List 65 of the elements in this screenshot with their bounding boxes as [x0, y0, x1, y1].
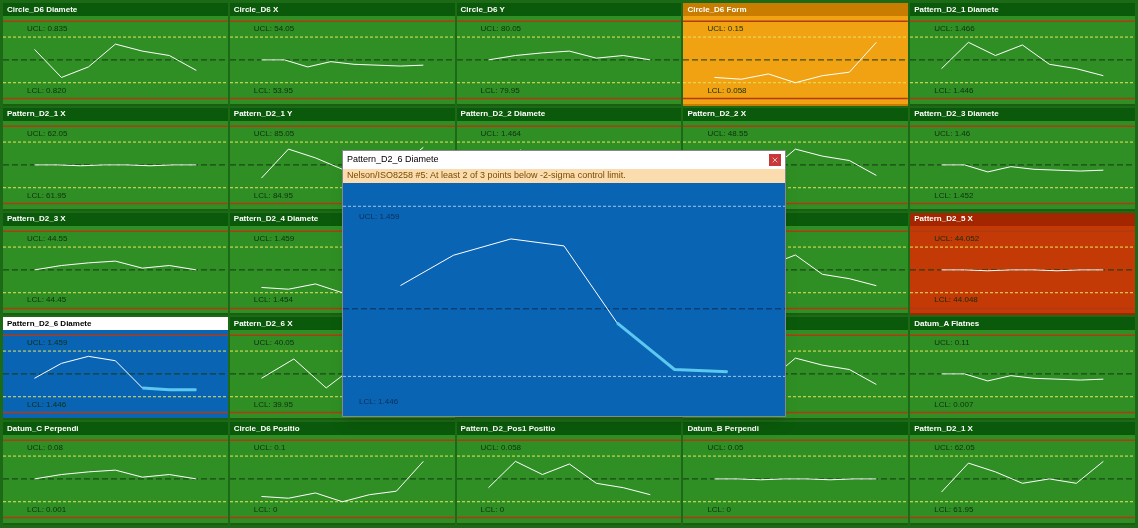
tile-title: Pattern_D2_1 Diamete: [914, 3, 999, 16]
tile-title: Circle_D6 Form: [687, 3, 747, 16]
tile-title: Pattern_D2_1 X: [914, 422, 973, 435]
tile-title: Pattern_D2_Pos1 Positio: [460, 422, 556, 435]
lcl-label: LCL: 61.95: [933, 506, 975, 514]
tile-title: Pattern_D2_2 X: [687, 108, 747, 121]
lcl-label: LCL: 61.95: [26, 191, 68, 200]
ucl-label: UCL: 1.459: [26, 339, 69, 348]
ucl-label: UCL: 48.55: [706, 129, 749, 138]
lcl-label: LCL: 0.007: [933, 401, 975, 410]
tile-title: Circle_D6 Positio: [233, 422, 300, 435]
ucl-label: UCL: 0.15: [706, 25, 745, 33]
lcl-label: LCL: 1.454: [252, 296, 294, 305]
lcl-label: LCL: 0: [479, 506, 506, 514]
tile-title: Pattern_D2_1 X: [7, 108, 66, 121]
tile-title: Pattern_D2_3 Diamete: [914, 108, 999, 121]
ucl-label: UCL: 0.11: [933, 339, 971, 348]
lcl-label: LCL: 79.95: [479, 86, 521, 95]
ucl-label: UCL: 0.058: [479, 444, 523, 453]
tile-title: Pattern_D2_6 X: [233, 317, 293, 330]
ucl-label: UCL: 62.05: [26, 129, 69, 138]
ucl-label: UCL: 80.05: [479, 25, 523, 33]
tile-title: Datum_B Perpendi: [687, 422, 759, 435]
ucl-label: UCL: 1.46: [933, 129, 972, 138]
ucl-label: UCL: 0.08: [26, 444, 65, 453]
tile-title: Circle_D6 Y: [460, 3, 505, 16]
tile-title: Datum_A Flatnes: [914, 317, 980, 330]
lcl-label: LCL: 1.446: [26, 401, 68, 410]
ucl-label: UCL: 1.466: [933, 25, 976, 33]
lcl-label: LCL: 39.95: [252, 401, 294, 410]
ucl-label: UCL: 40.05: [252, 339, 296, 348]
ucl-label: UCL: 85.05: [252, 129, 296, 138]
tile-title: Circle_D6 X: [233, 3, 279, 16]
ucl-label: UCL: 44.052: [933, 234, 981, 243]
ucl-label: UCL: 0.835: [26, 25, 69, 33]
ucl-label: UCL: 0.05: [706, 444, 745, 453]
lcl-label: LCL: 0.058: [706, 86, 748, 95]
lcl-label: LCL: 0: [252, 506, 279, 514]
tile-title: Pattern_D2_5 X: [914, 213, 973, 226]
ucl-label: UCL: 0.1: [252, 444, 287, 453]
lcl-label: LCL: 44.048: [933, 296, 979, 305]
ucl-label: UCL: 1.464: [479, 129, 523, 138]
ucl-label: UCL: 54.05: [252, 25, 296, 33]
ucl-label: UCL: 62.05: [933, 444, 976, 453]
tile-title: Circle_D6 Diamete: [7, 3, 78, 16]
ucl-label: UCL: 1.459: [252, 234, 296, 243]
tile-title: Datum_C Perpendi: [7, 422, 79, 435]
lcl-label: LCL: 1.446: [933, 86, 975, 95]
tile-title: Pattern_D2_2 Diamete: [460, 108, 546, 121]
ucl-label: UCL: 1.459: [358, 213, 401, 221]
window-title: Pattern_D2_6 Diamete: [347, 153, 439, 167]
ucl-label: UCL: 44.55: [26, 234, 69, 243]
tile-title: Pattern_D2_1 Y: [233, 108, 293, 121]
tile-title: Pattern_D2_4 Diamete: [233, 213, 319, 226]
lcl-label: LCL: 84.95: [252, 191, 294, 200]
lcl-label: LCL: 0.001: [26, 506, 68, 514]
lcl-label: LCL: 44.45: [26, 296, 68, 305]
lcl-label: LCL: 0.820: [26, 86, 68, 95]
lcl-label: LCL: 53.95: [252, 86, 294, 95]
tile-title: Pattern_D2_3 X: [7, 213, 66, 226]
alert-message: Nelson/ISO8258 #5: At least 2 of 3 points below -2-sigma control limit.: [347, 169, 626, 183]
tile-title: Pattern_D2_6 Diamete: [7, 317, 92, 330]
lcl-label: LCL: 1.452: [933, 191, 975, 200]
lcl-label: LCL: 1.446: [358, 398, 400, 406]
lcl-label: LCL: 0: [706, 506, 732, 514]
